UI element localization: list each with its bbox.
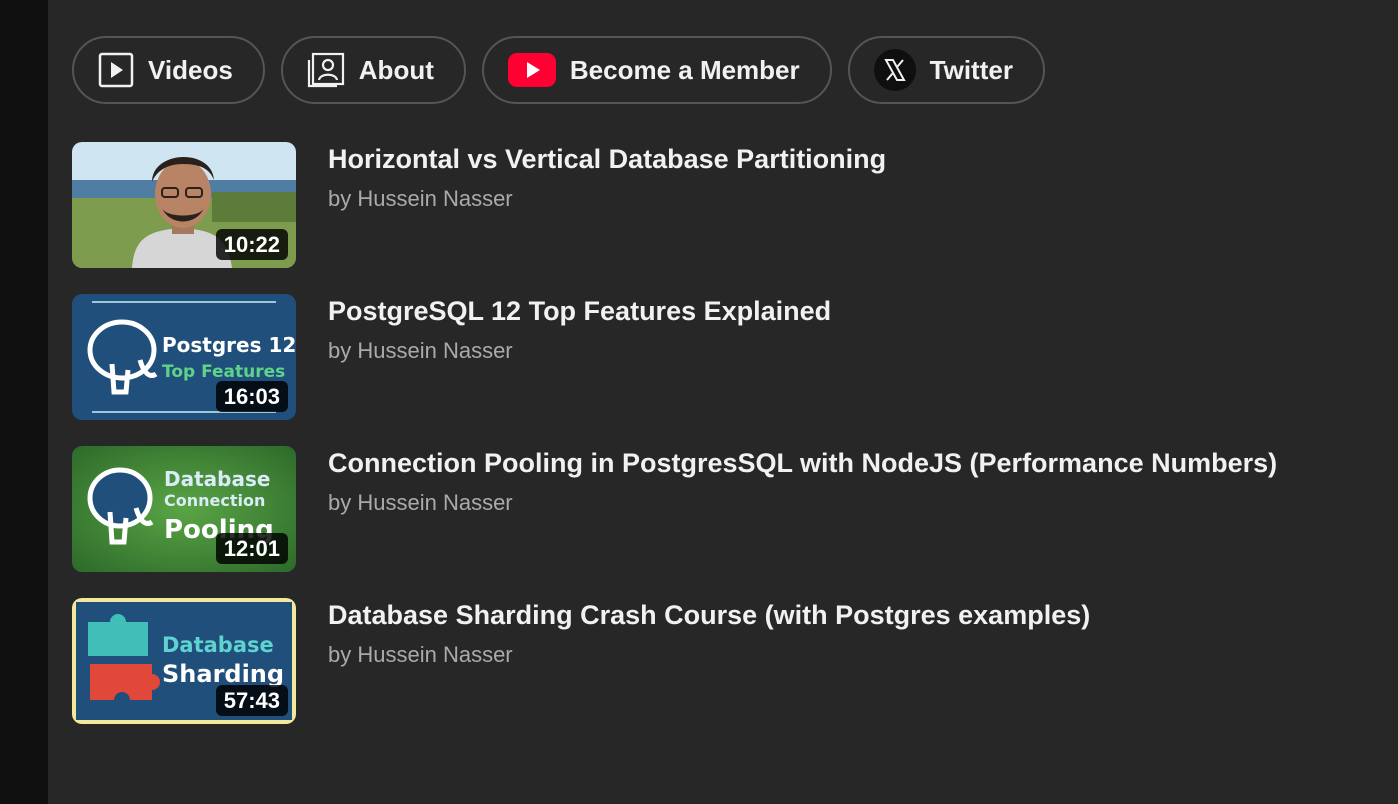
thumb-text-line: Top Features (162, 362, 285, 382)
video-author: by Hussein Nasser (328, 490, 513, 515)
video-thumbnail[interactable]: Postgres 12 Top Features 16:03 (72, 294, 296, 420)
twitter-chip-label: Twitter (929, 54, 1013, 85)
x-logo-icon (873, 49, 916, 91)
video-duration: 12:01 (215, 532, 288, 564)
about-chip[interactable]: About (280, 36, 466, 104)
left-sidebar-strip (0, 0, 48, 804)
play-square-icon (98, 52, 134, 88)
thumb-text-line: Database (162, 633, 274, 657)
videos-chip-label: Videos (148, 54, 233, 85)
videos-chip[interactable]: Videos (72, 36, 265, 104)
video-item[interactable]: 10:22 Horizontal vs Vertical Database Pa… (72, 142, 1322, 268)
video-title[interactable]: PostgreSQL 12 Top Features Explained (328, 296, 831, 327)
thumb-text-line: Postgres 12 (162, 333, 296, 357)
thumb-text-line: Connection (164, 491, 265, 510)
video-duration: 57:43 (215, 684, 288, 716)
video-thumbnail[interactable]: 10:22 (72, 142, 296, 268)
become-member-chip-label: Become a Member (569, 54, 800, 85)
video-author: by Hussein Nasser (328, 642, 513, 667)
thumb-text-line: Database (164, 467, 270, 491)
video-item[interactable]: Postgres 12 Top Features 16:03 PostgreSQ… (72, 294, 1322, 420)
video-duration: 10:22 (215, 228, 288, 260)
thumb-text-line: Sharding (162, 660, 284, 688)
video-author: by Hussein Nasser (328, 186, 513, 211)
contact-card-icon (307, 52, 345, 88)
become-member-chip[interactable]: Become a Member (481, 36, 832, 104)
video-author: by Hussein Nasser (328, 338, 513, 363)
about-chip-label: About (358, 54, 434, 85)
youtube-icon (507, 53, 556, 87)
video-title[interactable]: Horizontal vs Vertical Database Partitio… (328, 144, 886, 175)
channel-content: Videos About Become a Member Twitter 10:… (48, 0, 1398, 804)
video-item[interactable]: Database Connection Pooling 12:01 Connec… (72, 446, 1322, 572)
channel-link-chips: Videos About Become a Member Twitter (72, 36, 1045, 104)
video-item[interactable]: Database Sharding 57:43 Database Shardin… (72, 598, 1322, 724)
twitter-chip[interactable]: Twitter (847, 36, 1045, 104)
video-title[interactable]: Database Sharding Crash Course (with Pos… (328, 600, 1090, 631)
video-title[interactable]: Connection Pooling in PostgresSQL with N… (328, 448, 1277, 479)
video-thumbnail[interactable]: Database Connection Pooling 12:01 (72, 446, 296, 572)
video-duration: 16:03 (215, 380, 288, 412)
video-thumbnail[interactable]: Database Sharding 57:43 (72, 598, 296, 724)
